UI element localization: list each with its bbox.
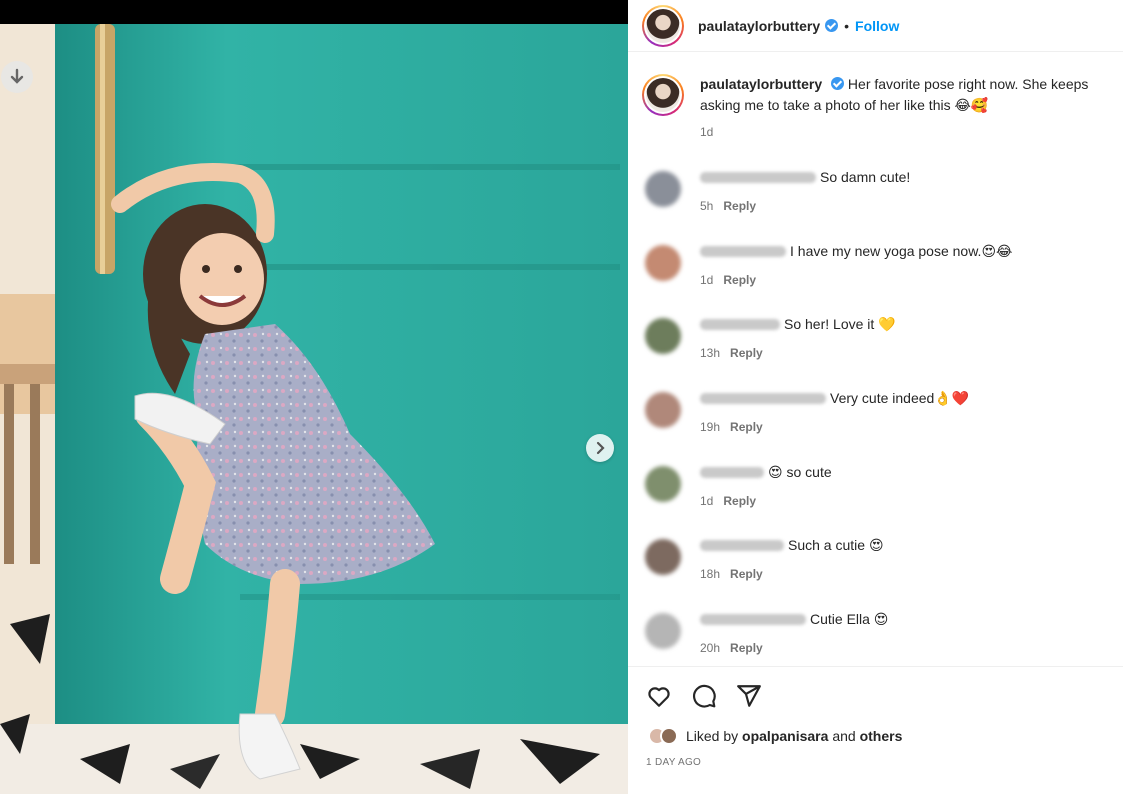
comment-bubble-icon: [693, 684, 716, 708]
post-actions: Liked by opalpanisara and others 1 DAY A…: [628, 666, 1123, 794]
comment-item: Cutie Ella 😍 20h Reply: [628, 609, 1123, 658]
likes-summary: Liked by opalpanisara and others: [628, 709, 1123, 745]
top-bar: [0, 0, 628, 24]
comment-item: 😍 so cute 1d Reply: [628, 462, 1123, 511]
post-side-panel: paulataylorbuttery • Follow paulataylorb…: [628, 0, 1123, 794]
commenter-avatar[interactable]: [645, 318, 681, 354]
paper-plane-icon: [737, 685, 761, 707]
reply-button[interactable]: Reply: [730, 420, 763, 434]
comment-text: Such a cutie 😍: [788, 537, 884, 553]
caption-username[interactable]: paulataylorbuttery: [700, 76, 822, 92]
separator-dot: •: [844, 17, 850, 34]
verified-badge-icon: [831, 77, 845, 90]
caption-time: 1d: [700, 125, 714, 139]
commenter-username[interactable]: [700, 540, 784, 551]
post-caption: paulataylorbuttery Her favorite pose rig…: [628, 60, 1123, 143]
liked-by-label: Liked by: [686, 728, 739, 744]
comment-text: So her! Love it 💛: [784, 316, 896, 332]
commenter-username[interactable]: [700, 614, 806, 625]
comment-item: Such a cutie 😍 18h Reply: [628, 535, 1123, 584]
liker-username[interactable]: opalpanisara: [742, 728, 828, 744]
post-header: paulataylorbuttery • Follow: [628, 0, 1123, 52]
comment-time: 5h: [700, 199, 714, 213]
share-button[interactable]: [736, 683, 762, 709]
comment-text: Cutie Ella 😍: [810, 611, 889, 627]
commenter-username[interactable]: [700, 393, 826, 404]
download-arrow-icon: [10, 68, 24, 84]
liker-avatar[interactable]: [660, 727, 678, 745]
commenter-avatar[interactable]: [645, 392, 681, 428]
commenter-avatar[interactable]: [645, 613, 681, 649]
post-photo[interactable]: [0, 24, 628, 794]
caption-author-avatar[interactable]: [642, 74, 684, 116]
reply-button[interactable]: Reply: [723, 494, 756, 508]
commenter-username[interactable]: [700, 246, 786, 257]
chevron-right-icon: [596, 441, 605, 455]
commenter-avatar[interactable]: [645, 171, 681, 207]
commenter-username[interactable]: [700, 467, 764, 478]
commenter-username[interactable]: [700, 319, 780, 330]
comment-text: I have my new yoga pose now.😍😂: [790, 243, 1013, 259]
likes-connector: and: [832, 728, 856, 744]
comments-list[interactable]: paulataylorbuttery Her favorite pose rig…: [628, 60, 1123, 666]
commenter-avatar[interactable]: [645, 466, 681, 502]
verified-badge-icon: [825, 19, 839, 32]
reply-button[interactable]: Reply: [723, 273, 756, 287]
author-avatar[interactable]: [642, 4, 684, 47]
comment-time: 13h: [700, 346, 721, 360]
comment-time: 18h: [700, 567, 721, 581]
photo-illustration: [0, 24, 628, 794]
comment-time: 1d: [700, 494, 714, 508]
reply-button[interactable]: Reply: [723, 199, 756, 213]
reply-button[interactable]: Reply: [730, 567, 763, 581]
comment-text: 😍 so cute: [768, 464, 832, 480]
author-username[interactable]: paulataylorbuttery: [698, 18, 820, 34]
commenter-username[interactable]: [700, 172, 816, 183]
comment-time: 20h: [700, 641, 721, 655]
next-photo-button[interactable]: [586, 434, 614, 462]
reply-button[interactable]: Reply: [730, 346, 763, 360]
comment-item: So damn cute! 5h Reply: [628, 167, 1123, 216]
like-button[interactable]: [646, 683, 672, 709]
comment-button[interactable]: [691, 683, 717, 709]
reply-button[interactable]: Reply: [730, 641, 763, 655]
download-button[interactable]: [1, 61, 33, 93]
comment-item: So her! Love it 💛 13h Reply: [628, 314, 1123, 363]
heart-icon: [648, 687, 670, 707]
commenter-avatar[interactable]: [645, 539, 681, 575]
comment-item: I have my new yoga pose now.😍😂 1d Reply: [628, 241, 1123, 290]
comment-time: 1d: [700, 273, 714, 287]
post-timestamp[interactable]: 1 DAY AGO: [628, 745, 1123, 768]
comment-item: Very cute indeed👌❤️ 19h Reply: [628, 388, 1123, 437]
comment-time: 19h: [700, 420, 721, 434]
follow-button[interactable]: Follow: [855, 18, 899, 34]
comment-text: Very cute indeed👌❤️: [830, 390, 970, 406]
others-link[interactable]: others: [860, 728, 903, 744]
commenter-avatar[interactable]: [645, 245, 681, 281]
comment-text: So damn cute!: [820, 169, 911, 185]
